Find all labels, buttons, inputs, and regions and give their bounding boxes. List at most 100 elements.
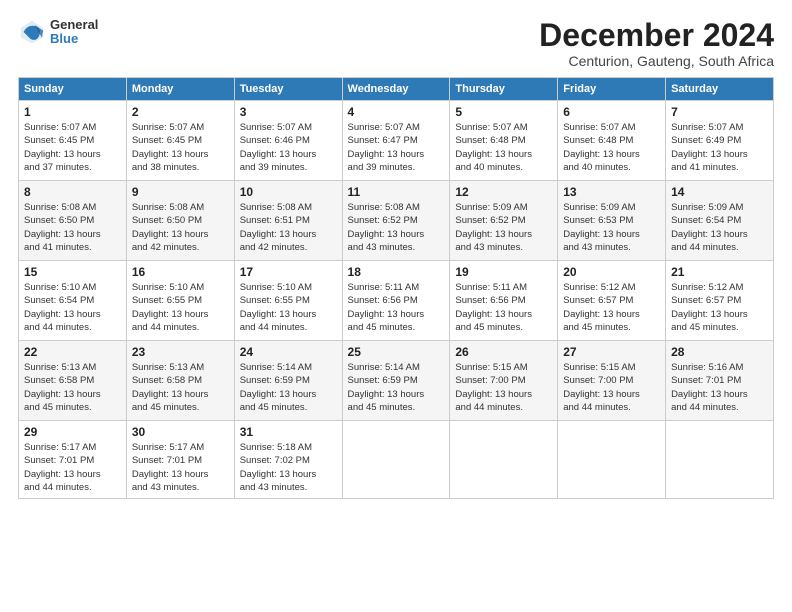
day-number: 21 xyxy=(671,265,768,279)
day-cell: 15 Sunrise: 5:10 AMSunset: 6:54 PMDaylig… xyxy=(19,261,127,341)
day-info: Sunrise: 5:07 AMSunset: 6:46 PMDaylight:… xyxy=(240,122,317,173)
logo: General Blue xyxy=(18,18,98,47)
day-number: 7 xyxy=(671,105,768,119)
day-number: 23 xyxy=(132,345,229,359)
day-number: 19 xyxy=(455,265,552,279)
day-number: 24 xyxy=(240,345,337,359)
header: General Blue December 2024 Centurion, Ga… xyxy=(18,18,774,69)
day-cell: 30 Sunrise: 5:17 AMSunset: 7:01 PMDaylig… xyxy=(126,421,234,499)
day-info: Sunrise: 5:08 AMSunset: 6:51 PMDaylight:… xyxy=(240,202,317,253)
day-number: 30 xyxy=(132,425,229,439)
day-cell: 18 Sunrise: 5:11 AMSunset: 6:56 PMDaylig… xyxy=(342,261,450,341)
day-info: Sunrise: 5:14 AMSunset: 6:59 PMDaylight:… xyxy=(240,362,317,413)
day-number: 10 xyxy=(240,185,337,199)
day-info: Sunrise: 5:07 AMSunset: 6:48 PMDaylight:… xyxy=(455,122,532,173)
page: General Blue December 2024 Centurion, Ga… xyxy=(0,0,792,509)
day-number: 12 xyxy=(455,185,552,199)
day-number: 13 xyxy=(563,185,660,199)
col-header-friday: Friday xyxy=(558,78,666,101)
day-number: 29 xyxy=(24,425,121,439)
day-number: 4 xyxy=(348,105,445,119)
day-number: 14 xyxy=(671,185,768,199)
day-cell: 3 Sunrise: 5:07 AMSunset: 6:46 PMDayligh… xyxy=(234,101,342,181)
logo-line2: Blue xyxy=(50,32,98,46)
day-info: Sunrise: 5:12 AMSunset: 6:57 PMDaylight:… xyxy=(671,282,748,333)
day-number: 31 xyxy=(240,425,337,439)
day-info: Sunrise: 5:09 AMSunset: 6:53 PMDaylight:… xyxy=(563,202,640,253)
day-number: 6 xyxy=(563,105,660,119)
location: Centurion, Gauteng, South Africa xyxy=(539,53,774,69)
day-number: 5 xyxy=(455,105,552,119)
day-number: 1 xyxy=(24,105,121,119)
day-cell: 28 Sunrise: 5:16 AMSunset: 7:01 PMDaylig… xyxy=(666,341,774,421)
day-cell: 20 Sunrise: 5:12 AMSunset: 6:57 PMDaylig… xyxy=(558,261,666,341)
col-header-sunday: Sunday xyxy=(19,78,127,101)
day-cell xyxy=(450,421,558,499)
day-info: Sunrise: 5:11 AMSunset: 6:56 PMDaylight:… xyxy=(348,282,425,333)
week-row-4: 22 Sunrise: 5:13 AMSunset: 6:58 PMDaylig… xyxy=(19,341,774,421)
col-header-wednesday: Wednesday xyxy=(342,78,450,101)
day-info: Sunrise: 5:13 AMSunset: 6:58 PMDaylight:… xyxy=(24,362,101,413)
day-info: Sunrise: 5:13 AMSunset: 6:58 PMDaylight:… xyxy=(132,362,209,413)
day-info: Sunrise: 5:17 AMSunset: 7:01 PMDaylight:… xyxy=(24,442,101,493)
day-cell: 4 Sunrise: 5:07 AMSunset: 6:47 PMDayligh… xyxy=(342,101,450,181)
day-info: Sunrise: 5:10 AMSunset: 6:55 PMDaylight:… xyxy=(240,282,317,333)
day-number: 15 xyxy=(24,265,121,279)
day-info: Sunrise: 5:08 AMSunset: 6:50 PMDaylight:… xyxy=(132,202,209,253)
day-number: 20 xyxy=(563,265,660,279)
week-row-1: 1 Sunrise: 5:07 AMSunset: 6:45 PMDayligh… xyxy=(19,101,774,181)
day-info: Sunrise: 5:15 AMSunset: 7:00 PMDaylight:… xyxy=(455,362,532,413)
day-cell: 24 Sunrise: 5:14 AMSunset: 6:59 PMDaylig… xyxy=(234,341,342,421)
month-title: December 2024 xyxy=(539,18,774,53)
day-info: Sunrise: 5:15 AMSunset: 7:00 PMDaylight:… xyxy=(563,362,640,413)
logo-icon xyxy=(18,18,46,46)
calendar-table: SundayMondayTuesdayWednesdayThursdayFrid… xyxy=(18,77,774,499)
col-header-monday: Monday xyxy=(126,78,234,101)
day-cell: 5 Sunrise: 5:07 AMSunset: 6:48 PMDayligh… xyxy=(450,101,558,181)
day-info: Sunrise: 5:16 AMSunset: 7:01 PMDaylight:… xyxy=(671,362,748,413)
day-number: 8 xyxy=(24,185,121,199)
day-info: Sunrise: 5:07 AMSunset: 6:47 PMDaylight:… xyxy=(348,122,425,173)
day-number: 27 xyxy=(563,345,660,359)
header-row: SundayMondayTuesdayWednesdayThursdayFrid… xyxy=(19,78,774,101)
day-info: Sunrise: 5:11 AMSunset: 6:56 PMDaylight:… xyxy=(455,282,532,333)
day-number: 17 xyxy=(240,265,337,279)
day-info: Sunrise: 5:07 AMSunset: 6:45 PMDaylight:… xyxy=(24,122,101,173)
week-row-5: 29 Sunrise: 5:17 AMSunset: 7:01 PMDaylig… xyxy=(19,421,774,499)
day-number: 22 xyxy=(24,345,121,359)
day-cell: 19 Sunrise: 5:11 AMSunset: 6:56 PMDaylig… xyxy=(450,261,558,341)
day-cell: 31 Sunrise: 5:18 AMSunset: 7:02 PMDaylig… xyxy=(234,421,342,499)
day-cell: 25 Sunrise: 5:14 AMSunset: 6:59 PMDaylig… xyxy=(342,341,450,421)
day-cell xyxy=(666,421,774,499)
day-cell: 7 Sunrise: 5:07 AMSunset: 6:49 PMDayligh… xyxy=(666,101,774,181)
day-info: Sunrise: 5:17 AMSunset: 7:01 PMDaylight:… xyxy=(132,442,209,493)
day-info: Sunrise: 5:07 AMSunset: 6:49 PMDaylight:… xyxy=(671,122,748,173)
day-number: 28 xyxy=(671,345,768,359)
day-cell: 16 Sunrise: 5:10 AMSunset: 6:55 PMDaylig… xyxy=(126,261,234,341)
logo-line1: General xyxy=(50,18,98,32)
day-number: 26 xyxy=(455,345,552,359)
day-cell: 17 Sunrise: 5:10 AMSunset: 6:55 PMDaylig… xyxy=(234,261,342,341)
logo-text: General Blue xyxy=(50,18,98,47)
day-cell: 22 Sunrise: 5:13 AMSunset: 6:58 PMDaylig… xyxy=(19,341,127,421)
day-info: Sunrise: 5:14 AMSunset: 6:59 PMDaylight:… xyxy=(348,362,425,413)
day-info: Sunrise: 5:08 AMSunset: 6:50 PMDaylight:… xyxy=(24,202,101,253)
day-cell: 1 Sunrise: 5:07 AMSunset: 6:45 PMDayligh… xyxy=(19,101,127,181)
day-number: 18 xyxy=(348,265,445,279)
day-cell: 27 Sunrise: 5:15 AMSunset: 7:00 PMDaylig… xyxy=(558,341,666,421)
day-cell: 23 Sunrise: 5:13 AMSunset: 6:58 PMDaylig… xyxy=(126,341,234,421)
day-cell: 26 Sunrise: 5:15 AMSunset: 7:00 PMDaylig… xyxy=(450,341,558,421)
day-info: Sunrise: 5:07 AMSunset: 6:48 PMDaylight:… xyxy=(563,122,640,173)
day-cell xyxy=(558,421,666,499)
col-header-thursday: Thursday xyxy=(450,78,558,101)
week-row-3: 15 Sunrise: 5:10 AMSunset: 6:54 PMDaylig… xyxy=(19,261,774,341)
day-cell: 11 Sunrise: 5:08 AMSunset: 6:52 PMDaylig… xyxy=(342,181,450,261)
day-cell xyxy=(342,421,450,499)
day-info: Sunrise: 5:09 AMSunset: 6:54 PMDaylight:… xyxy=(671,202,748,253)
week-row-2: 8 Sunrise: 5:08 AMSunset: 6:50 PMDayligh… xyxy=(19,181,774,261)
day-cell: 13 Sunrise: 5:09 AMSunset: 6:53 PMDaylig… xyxy=(558,181,666,261)
day-info: Sunrise: 5:12 AMSunset: 6:57 PMDaylight:… xyxy=(563,282,640,333)
day-number: 11 xyxy=(348,185,445,199)
day-info: Sunrise: 5:07 AMSunset: 6:45 PMDaylight:… xyxy=(132,122,209,173)
day-cell: 21 Sunrise: 5:12 AMSunset: 6:57 PMDaylig… xyxy=(666,261,774,341)
